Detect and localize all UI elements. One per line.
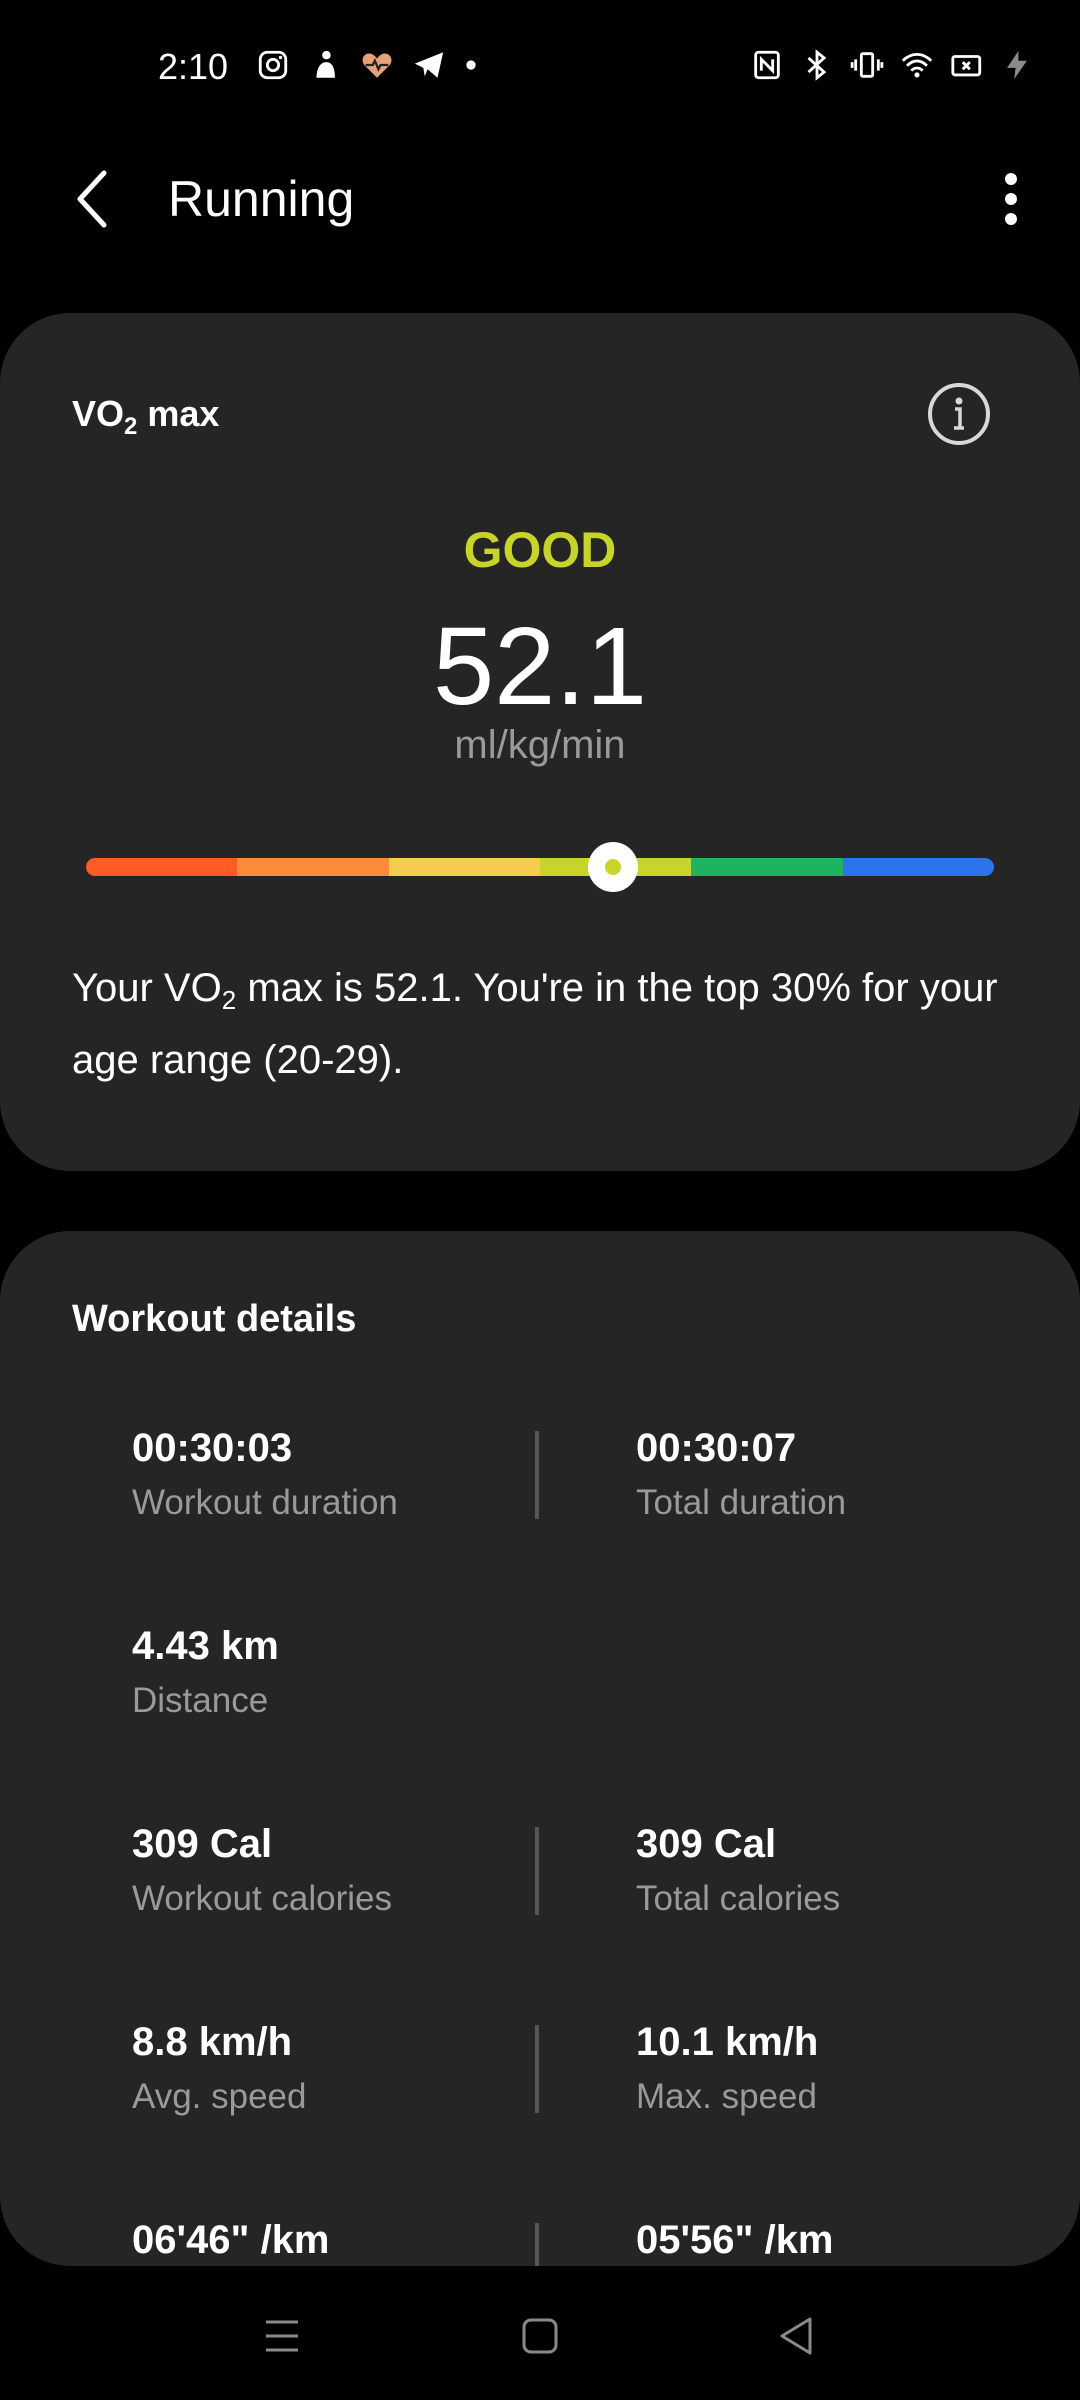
instagram-icon xyxy=(258,50,288,80)
home-button[interactable] xyxy=(500,2296,580,2376)
column-divider xyxy=(535,1431,539,1519)
more-options-button[interactable] xyxy=(986,164,1036,234)
metric-value: 00:30:03 xyxy=(132,1426,293,1470)
back-triangle-icon xyxy=(780,2317,812,2355)
status-left-icons xyxy=(256,48,478,82)
notification-person-icon xyxy=(316,50,335,78)
charging-icon xyxy=(1007,50,1027,80)
metric-label: Total duration xyxy=(636,1483,847,1522)
metric-label: Workout duration xyxy=(132,1483,398,1522)
vo2-unit: ml/kg/min xyxy=(454,723,626,767)
vo2-gauge-bar xyxy=(86,858,994,876)
heart-rate-icon xyxy=(362,53,392,78)
metric-workout-calories: 309 Cal Workout calories xyxy=(132,1822,392,1919)
metric-value: 05'56" /km xyxy=(636,2218,834,2262)
wifi-icon xyxy=(901,52,933,78)
metric-total-duration: 00:30:07 Total duration xyxy=(636,1426,846,1523)
status-time: 2:10 xyxy=(158,46,229,87)
app-bar: Running xyxy=(0,150,1080,250)
column-divider xyxy=(535,1827,539,1915)
back-button[interactable] xyxy=(62,164,122,234)
metric-label: Workout calories xyxy=(132,1879,393,1918)
vo2-max-title: VO2 max xyxy=(72,393,220,440)
nfc-icon xyxy=(754,50,780,80)
status-right-icons xyxy=(750,48,1034,82)
vo2-max-card: VO2 max GOOD 52.1 ml/kg/min Your VO2 max… xyxy=(0,313,1080,1171)
bluetooth-icon xyxy=(807,49,827,81)
metric-label: Max. speed xyxy=(636,2077,817,2116)
dot-icon xyxy=(466,60,476,70)
info-button[interactable] xyxy=(928,383,990,445)
recents-button[interactable] xyxy=(242,2296,322,2376)
gauge-segment xyxy=(86,858,238,876)
metric-value: 4.43 km xyxy=(132,1624,279,1668)
metric-distance: 4.43 km Distance xyxy=(132,1624,279,1721)
metric-max-speed: 10.1 km/h Max. speed xyxy=(636,2020,818,2117)
chevron-left-icon xyxy=(77,170,107,228)
system-nav-bar xyxy=(0,2266,1080,2400)
home-icon xyxy=(522,2318,558,2354)
page-title: Running xyxy=(168,171,355,227)
metric-workout-duration: 00:30:03 Workout duration xyxy=(132,1426,398,1523)
more-vert-icon xyxy=(1005,173,1017,225)
vibrate-icon xyxy=(850,52,884,78)
metric-total-calories: 309 Cal Total calories xyxy=(636,1822,840,1919)
vo2-level: GOOD xyxy=(463,522,617,578)
system-back-button[interactable] xyxy=(756,2296,836,2376)
vo2-value: 52.1 xyxy=(432,605,648,728)
gauge-segment xyxy=(842,858,994,876)
telegram-icon xyxy=(414,52,444,78)
column-divider xyxy=(535,2223,539,2266)
column-divider xyxy=(535,2025,539,2113)
metric-label: Distance xyxy=(132,1681,269,1720)
vo2-gauge-marker xyxy=(587,842,638,892)
metric-avg-pace: 06'46" /km xyxy=(132,2218,330,2263)
metric-value: 309 Cal xyxy=(636,1822,777,1866)
metric-avg-speed: 8.8 km/h Avg. speed xyxy=(132,2020,307,2117)
gauge-marker-dot xyxy=(604,859,621,875)
metric-value: 00:30:07 xyxy=(636,1426,797,1470)
gauge-segment xyxy=(237,858,389,876)
metric-label: Avg. speed xyxy=(132,2077,307,2116)
status-bar: 2:10 xyxy=(0,0,1080,136)
battery-saver-icon xyxy=(951,55,982,77)
vo2-description: Your VO2 max is 52.1. You're in the top … xyxy=(72,966,998,1082)
recents-icon xyxy=(266,2320,298,2352)
info-icon xyxy=(954,397,964,430)
metric-value: 10.1 km/h xyxy=(636,2020,819,2064)
metric-value: 8.8 km/h xyxy=(132,2020,293,2064)
gauge-segment xyxy=(388,858,540,876)
metric-value: 309 Cal xyxy=(132,1822,273,1866)
metric-max-pace: 05'56" /km xyxy=(636,2218,834,2263)
metric-value: 06'46" /km xyxy=(132,2218,330,2262)
workout-details-title: Workout details xyxy=(72,1298,357,1340)
workout-details-card: Workout details 00:30:03 Workout duratio… xyxy=(0,1231,1080,2266)
metric-label: Total calories xyxy=(636,1879,841,1918)
gauge-segment xyxy=(691,858,843,876)
